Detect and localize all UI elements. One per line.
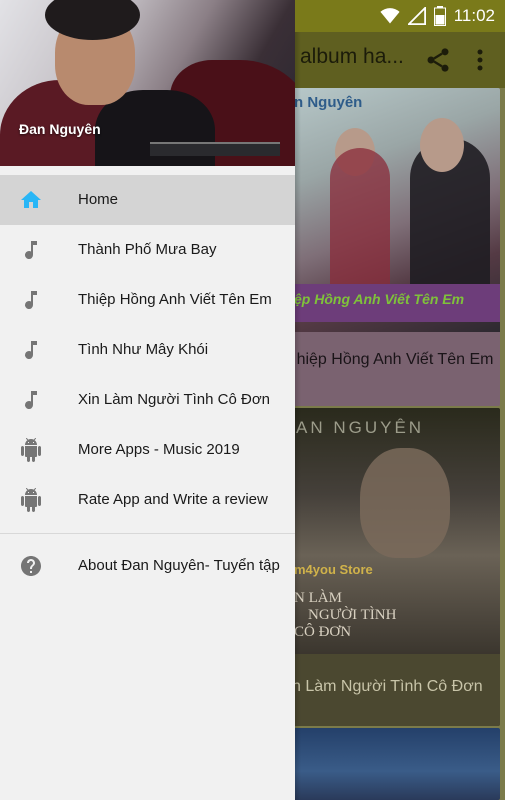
music-note-icon [25, 241, 37, 260]
menu-item-label: More Apps - Music 2019 [78, 441, 240, 458]
menu-item-label: Thành Phố Mưa Bay [78, 241, 217, 258]
music-note-icon [25, 391, 37, 410]
music-note-icon [25, 291, 37, 310]
album-art-text: AN NGUYÊN [296, 418, 425, 437]
menu-item-label: Thiệp Hồng Anh Viết Tên Em [78, 291, 272, 308]
help-icon [21, 556, 41, 576]
menu-item-song[interactable]: Thiệp Hồng Anh Viết Tên Em [0, 275, 295, 325]
menu-item-home[interactable]: Home [0, 175, 295, 225]
menu-item-label: Tình Như Mây Khói [78, 341, 209, 358]
menu-item-label: Home [78, 191, 119, 208]
android-icon [21, 438, 41, 462]
more-vert-icon[interactable] [470, 46, 490, 74]
album-art-text: n Nguyên [294, 94, 363, 111]
navigation-drawer: Đan Nguyên Home Thành Phố Mưa Bay Thiệp … [0, 0, 295, 800]
album-caption: n Làm Người Tình Cô Đơn [290, 654, 500, 726]
drawer-menu: Home Thành Phố Mưa Bay Thiệp Hồng Anh Vi… [0, 175, 295, 591]
menu-item-about[interactable]: About Đan Nguyên- Tuyển tập [0, 541, 295, 591]
home-icon [21, 191, 41, 208]
toolbar-title: album ha... [300, 45, 404, 68]
album-card[interactable] [290, 728, 500, 800]
album-art-store: m4you Store [294, 562, 373, 577]
menu-item-label: Rate App and Write a review [78, 491, 268, 508]
album-card[interactable]: AN NGUYÊN m4you Store N LÀM NGƯỜI TÌNH C… [290, 408, 500, 726]
menu-item-song[interactable]: Xin Làm Người Tình Cô Đơn [0, 375, 295, 425]
menu-item-more-apps[interactable]: More Apps - Music 2019 [0, 425, 295, 475]
drawer-header: Đan Nguyên [0, 0, 295, 166]
menu-divider [0, 533, 295, 534]
menu-item-rate-app[interactable]: Rate App and Write a review [0, 475, 295, 525]
clock: 11:02 [453, 6, 495, 25]
drawer-header-name: Đan Nguyên [19, 121, 101, 137]
menu-item-label: Xin Làm Người Tình Cô Đơn [78, 391, 271, 408]
menu-item-song[interactable]: Thành Phố Mưa Bay [0, 225, 295, 275]
battery-icon [433, 6, 446, 26]
status-icons: 11:02 [380, 4, 495, 28]
android-icon [21, 488, 41, 512]
album-art-title: N LÀM NGƯỜI TÌNH CÔ ĐƠN [294, 590, 397, 640]
album-art: n Nguyên ệp Hồng Anh Viết Tên Em [290, 88, 500, 332]
album-card[interactable]: n Nguyên ệp Hồng Anh Viết Tên Em hiệp Hồ… [290, 88, 500, 406]
signal-icon [407, 7, 426, 25]
album-art-banner: ệp Hồng Anh Viết Tên Em [294, 291, 465, 307]
share-icon[interactable] [424, 46, 452, 74]
music-note-icon [25, 341, 37, 360]
album-caption: hiệp Hồng Anh Viết Tên Em [290, 332, 500, 406]
album-art: AN NGUYÊN m4you Store N LÀM NGƯỜI TÌNH C… [290, 408, 500, 654]
menu-item-song[interactable]: Tình Như Mây Khói [0, 325, 295, 375]
drawer-shadow [295, 32, 301, 800]
wifi-icon [380, 8, 400, 24]
menu-item-label: About Đan Nguyên- Tuyển tập [78, 557, 280, 574]
